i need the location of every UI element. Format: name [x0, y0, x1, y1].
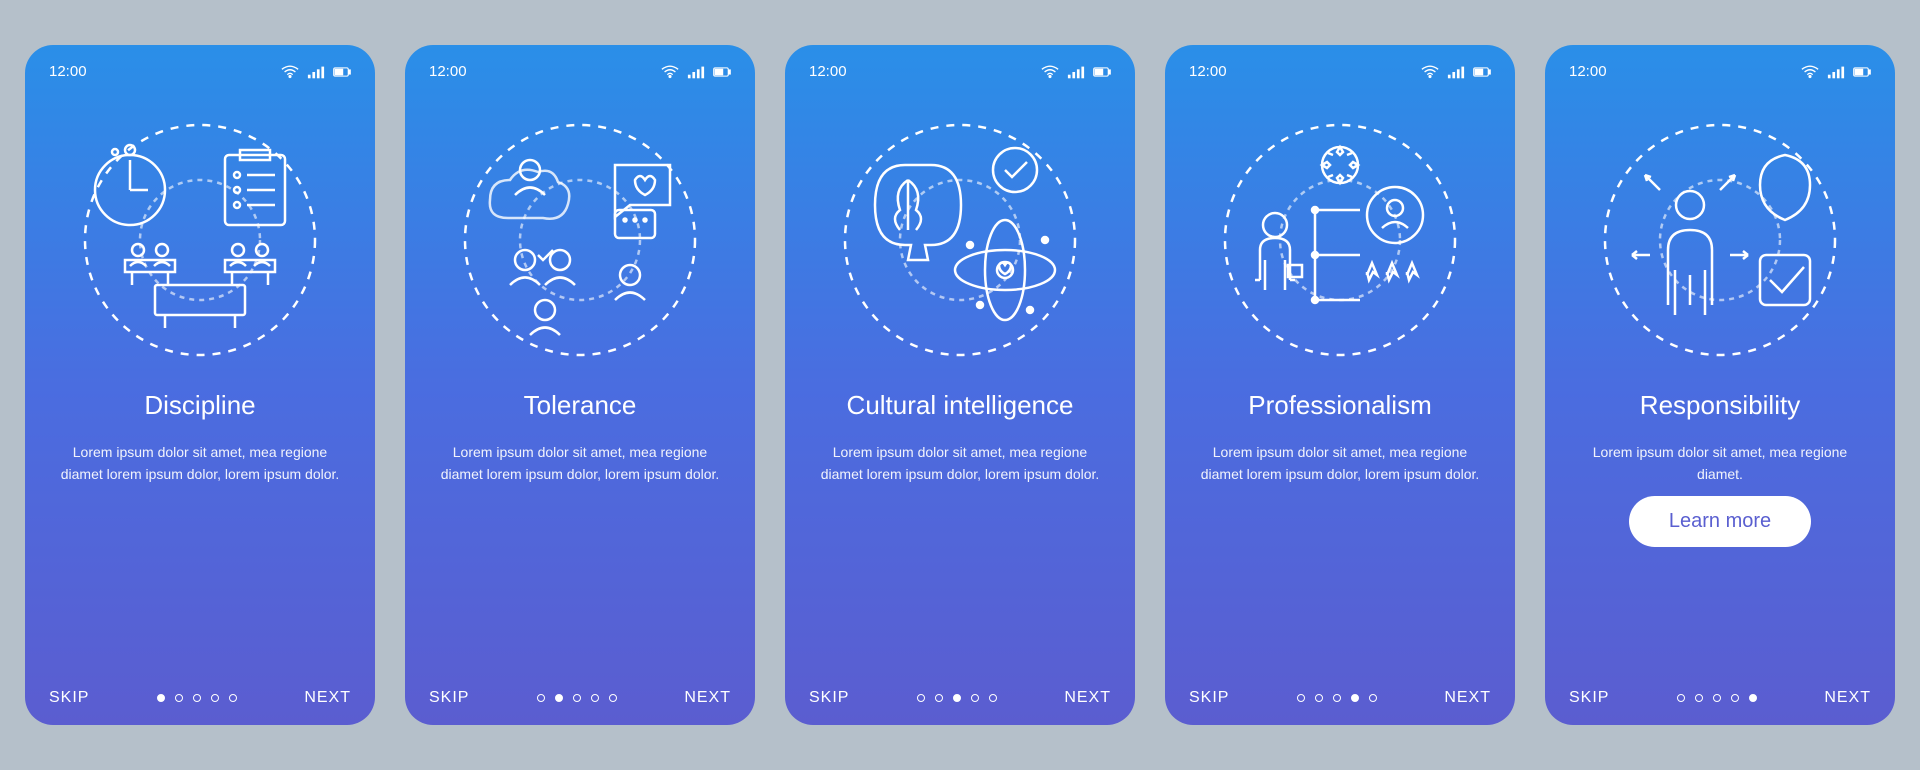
- dot-5[interactable]: [229, 694, 237, 702]
- bottom-nav: SKIP NEXT: [1569, 689, 1871, 707]
- wifi-icon: [1421, 65, 1439, 79]
- screen-title: Discipline: [49, 390, 351, 421]
- dot-3[interactable]: [573, 694, 581, 702]
- page-indicator: [1677, 694, 1757, 702]
- battery-icon: [1093, 65, 1111, 79]
- signal-icon: [687, 65, 705, 79]
- screen-title: Responsibility: [1569, 390, 1871, 421]
- skip-button[interactable]: SKIP: [809, 689, 849, 707]
- screen-body: Lorem ipsum dolor sit amet, mea regione …: [809, 441, 1111, 486]
- status-icons: [1421, 65, 1491, 79]
- learn-more-button[interactable]: Learn more: [1629, 496, 1811, 547]
- screen-title: Cultural intelligence: [809, 390, 1111, 421]
- dot-2[interactable]: [935, 694, 943, 702]
- status-icons: [661, 65, 731, 79]
- page-indicator: [917, 694, 997, 702]
- status-bar: 12:00: [49, 63, 351, 80]
- wifi-icon: [1801, 65, 1819, 79]
- battery-icon: [1473, 65, 1491, 79]
- professionalism-icon: [1210, 110, 1470, 370]
- dot-3[interactable]: [1713, 694, 1721, 702]
- onboarding-screen-2: 12:00 Tolerance Lorem ipsum dolor sit am…: [405, 45, 755, 725]
- dot-5[interactable]: [1749, 694, 1757, 702]
- status-time: 12:00: [429, 63, 467, 80]
- wifi-icon: [281, 65, 299, 79]
- next-button[interactable]: NEXT: [1064, 689, 1111, 707]
- skip-button[interactable]: SKIP: [1569, 689, 1609, 707]
- skip-button[interactable]: SKIP: [1189, 689, 1229, 707]
- page-indicator: [1297, 694, 1377, 702]
- signal-icon: [1827, 65, 1845, 79]
- dot-1[interactable]: [157, 694, 165, 702]
- dot-2[interactable]: [1315, 694, 1323, 702]
- responsibility-icon: [1590, 110, 1850, 370]
- dot-3[interactable]: [953, 694, 961, 702]
- wifi-icon: [661, 65, 679, 79]
- status-bar: 12:00: [809, 63, 1111, 80]
- onboarding-screen-4: 12:00 Professionalism Lorem ipsum dolor …: [1165, 45, 1515, 725]
- onboarding-screen-1: 12:00 Discipline Lorem ipsum dolor sit a…: [25, 45, 375, 725]
- dot-1[interactable]: [917, 694, 925, 702]
- battery-icon: [333, 65, 351, 79]
- bottom-nav: SKIP NEXT: [809, 689, 1111, 707]
- dot-5[interactable]: [1369, 694, 1377, 702]
- discipline-icon: [70, 110, 330, 370]
- dot-4[interactable]: [1731, 694, 1739, 702]
- cultural-intelligence-icon: [830, 110, 1090, 370]
- page-indicator: [537, 694, 617, 702]
- dot-2[interactable]: [175, 694, 183, 702]
- screen-body: Lorem ipsum dolor sit amet, mea regione …: [429, 441, 731, 486]
- screen-title: Tolerance: [429, 390, 731, 421]
- dot-4[interactable]: [1351, 694, 1359, 702]
- dot-4[interactable]: [211, 694, 219, 702]
- status-time: 12:00: [49, 63, 87, 80]
- onboarding-screen-3: 12:00 Cultural intelligence Lorem ipsum …: [785, 45, 1135, 725]
- dot-1[interactable]: [1297, 694, 1305, 702]
- dot-5[interactable]: [609, 694, 617, 702]
- signal-icon: [307, 65, 325, 79]
- status-time: 12:00: [809, 63, 847, 80]
- dot-1[interactable]: [537, 694, 545, 702]
- dot-5[interactable]: [989, 694, 997, 702]
- battery-icon: [1853, 65, 1871, 79]
- status-icons: [281, 65, 351, 79]
- battery-icon: [713, 65, 731, 79]
- next-button[interactable]: NEXT: [304, 689, 351, 707]
- next-button[interactable]: NEXT: [684, 689, 731, 707]
- dot-1[interactable]: [1677, 694, 1685, 702]
- dot-3[interactable]: [193, 694, 201, 702]
- bottom-nav: SKIP NEXT: [49, 689, 351, 707]
- skip-button[interactable]: SKIP: [429, 689, 469, 707]
- status-bar: 12:00: [1569, 63, 1871, 80]
- status-bar: 12:00: [1189, 63, 1491, 80]
- skip-button[interactable]: SKIP: [49, 689, 89, 707]
- status-icons: [1041, 65, 1111, 79]
- screen-title: Professionalism: [1189, 390, 1491, 421]
- status-time: 12:00: [1189, 63, 1227, 80]
- wifi-icon: [1041, 65, 1059, 79]
- tolerance-icon: [450, 110, 710, 370]
- screen-body: Lorem ipsum dolor sit amet, mea regione …: [49, 441, 351, 486]
- screen-body: Lorem ipsum dolor sit amet, mea regione …: [1189, 441, 1491, 486]
- dot-2[interactable]: [1695, 694, 1703, 702]
- onboarding-screen-5: 12:00 Responsibility Lorem ipsum dolor s…: [1545, 45, 1895, 725]
- status-time: 12:00: [1569, 63, 1607, 80]
- page-indicator: [157, 694, 237, 702]
- status-bar: 12:00: [429, 63, 731, 80]
- dot-4[interactable]: [591, 694, 599, 702]
- dot-2[interactable]: [555, 694, 563, 702]
- dot-3[interactable]: [1333, 694, 1341, 702]
- screen-body: Lorem ipsum dolor sit amet, mea regione …: [1569, 441, 1871, 486]
- dot-4[interactable]: [971, 694, 979, 702]
- bottom-nav: SKIP NEXT: [429, 689, 731, 707]
- bottom-nav: SKIP NEXT: [1189, 689, 1491, 707]
- next-button[interactable]: NEXT: [1824, 689, 1871, 707]
- signal-icon: [1067, 65, 1085, 79]
- status-icons: [1801, 65, 1871, 79]
- signal-icon: [1447, 65, 1465, 79]
- next-button[interactable]: NEXT: [1444, 689, 1491, 707]
